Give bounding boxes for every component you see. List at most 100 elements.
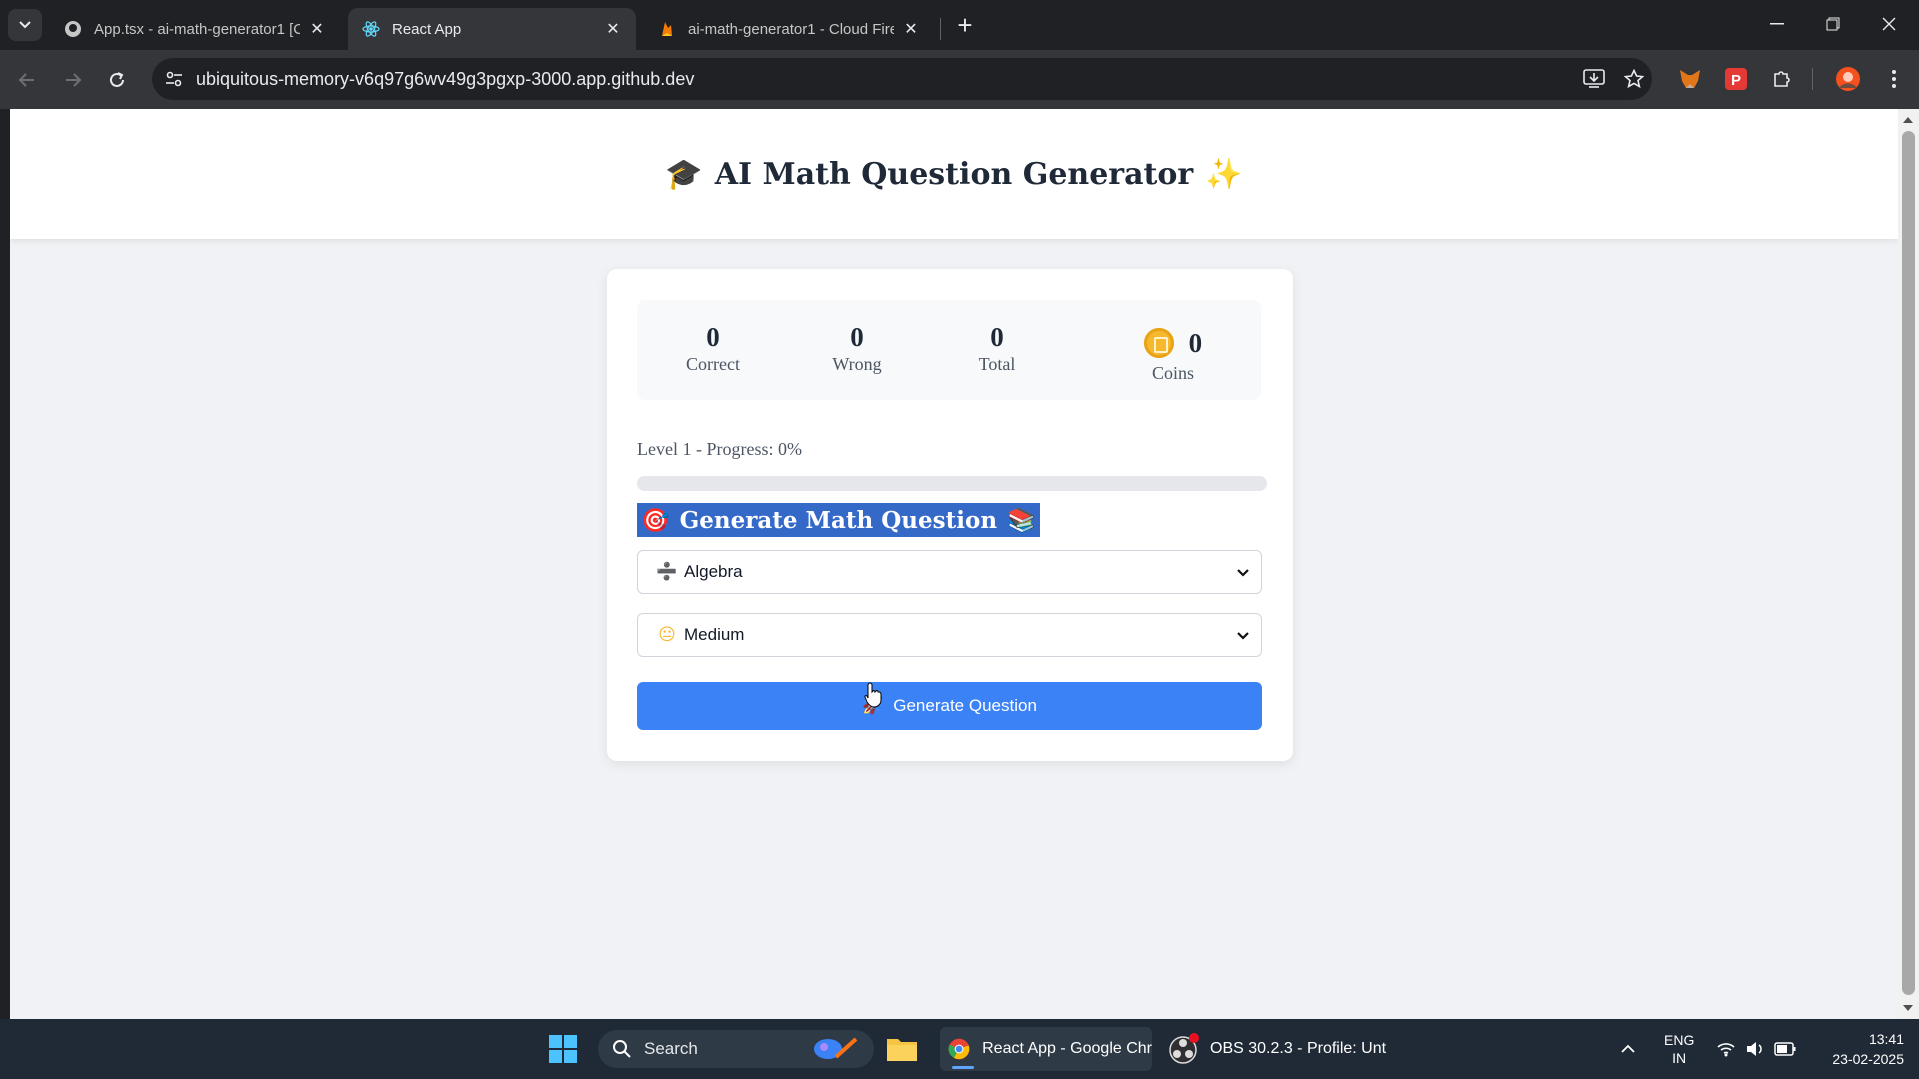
file-explorer-button[interactable] bbox=[886, 1027, 918, 1071]
forward-arrow-icon bbox=[66, 73, 82, 87]
tab-firebase[interactable]: ai-math-generator1 - Cloud Fire ✕ bbox=[644, 8, 934, 50]
browser-toolbar: ubiquitous-memory-v6q97g6wv49g3pgxp-3000… bbox=[0, 50, 1919, 109]
generate-question-label: Generate Question bbox=[893, 696, 1037, 715]
battery-icon bbox=[1774, 1042, 1796, 1056]
folder-icon bbox=[887, 1039, 917, 1061]
back-arrow-icon bbox=[18, 73, 34, 87]
react-icon bbox=[362, 20, 380, 38]
tab-title: React App bbox=[392, 20, 462, 38]
close-icon[interactable]: ✕ bbox=[604, 20, 622, 38]
stat-total-label: Total bbox=[978, 354, 1016, 374]
close-icon[interactable]: ✕ bbox=[308, 20, 326, 38]
page-title: 🎓 AI Math Question Generator ✨ bbox=[665, 157, 1242, 192]
minimize-icon bbox=[1770, 23, 1784, 25]
svg-text:P: P bbox=[1731, 72, 1741, 89]
url-text: ubiquitous-memory-v6q97g6wv49g3pgxp-3000… bbox=[196, 69, 695, 89]
stat-total: 0 Total bbox=[967, 322, 1027, 376]
page-viewport: 🎓 AI Math Question Generator ✨ 0 Correct… bbox=[10, 109, 1898, 1019]
bookmark-star-icon[interactable] bbox=[1622, 67, 1646, 91]
tab-title: App.tsx - ai-math-generator1 [C bbox=[94, 20, 300, 38]
topic-select-value: Algebra bbox=[684, 562, 743, 581]
neutral-face-icon: 😐 bbox=[658, 625, 676, 645]
install-app-icon[interactable] bbox=[1582, 67, 1606, 91]
site-info-icon[interactable] bbox=[160, 65, 188, 93]
scroll-down-arrow-icon[interactable] bbox=[1903, 1005, 1913, 1011]
extensions-puzzle-icon[interactable] bbox=[1768, 65, 1796, 93]
stat-coins: 0 Coins bbox=[1133, 322, 1213, 385]
stats-panel: 0 Correct 0 Wrong 0 Total 0 Coins bbox=[637, 300, 1261, 400]
browser-tab-strip: App.tsx - ai-math-generator1 [C ✕ React … bbox=[0, 0, 1919, 50]
obs-taskbar-button[interactable]: OBS 30.2.3 - Profile: Unt bbox=[1168, 1027, 1386, 1071]
scroll-up-arrow-icon[interactable] bbox=[1903, 117, 1913, 123]
forward-button[interactable] bbox=[56, 63, 90, 97]
reload-button[interactable] bbox=[100, 63, 134, 97]
language-indicator[interactable]: ENG IN bbox=[1664, 1019, 1694, 1079]
difficulty-select[interactable]: 😐 Medium bbox=[637, 613, 1262, 657]
extension-p-icon[interactable]: P bbox=[1722, 65, 1750, 93]
chrome-icon bbox=[948, 1038, 970, 1060]
stat-coins-row: 0 bbox=[1133, 322, 1213, 361]
chevron-up-icon bbox=[1621, 1044, 1635, 1053]
target-icon: 🎯 bbox=[641, 507, 670, 534]
start-button[interactable] bbox=[548, 1027, 578, 1071]
clock-time: 13:41 bbox=[1868, 1031, 1904, 1047]
system-tray-status[interactable] bbox=[1716, 1019, 1796, 1079]
metamask-extension-icon[interactable] bbox=[1676, 65, 1704, 93]
chrome-taskbar-label: React App - Google Chr bbox=[982, 1040, 1152, 1057]
region-code: IN bbox=[1672, 1050, 1687, 1066]
taskbar-search[interactable]: Search bbox=[598, 1030, 874, 1068]
clock[interactable]: 13:41 23-02-2025 bbox=[1814, 1019, 1904, 1079]
stat-correct-label: Correct bbox=[686, 354, 740, 374]
stat-wrong-label: Wrong bbox=[832, 354, 882, 374]
browser-menu-icon[interactable] bbox=[1880, 65, 1908, 93]
obs-taskbar-label: OBS 30.2.3 - Profile: Unt bbox=[1210, 1040, 1387, 1057]
graduation-cap-icon: 🎓 bbox=[665, 156, 703, 192]
windows-logo-icon bbox=[549, 1035, 577, 1063]
progress-label: Level 1 - Progress: 0% bbox=[637, 439, 802, 459]
restore-button[interactable] bbox=[1810, 6, 1856, 42]
restore-icon bbox=[1826, 17, 1840, 31]
show-hidden-icons-button[interactable] bbox=[1620, 1019, 1636, 1079]
search-icon bbox=[613, 1040, 631, 1058]
taskbar-search-label: Search bbox=[644, 1039, 698, 1058]
obs-icon bbox=[1169, 1033, 1199, 1064]
divide-icon: ➗ bbox=[656, 562, 678, 582]
close-window-button[interactable] bbox=[1866, 6, 1912, 42]
generate-question-button[interactable]: 🚀 Generate Question bbox=[637, 682, 1262, 730]
close-icon bbox=[1882, 17, 1896, 31]
clock-date: 23-02-2025 bbox=[1832, 1051, 1904, 1067]
profile-avatar-icon[interactable] bbox=[1834, 65, 1862, 93]
scrollbar-thumb[interactable] bbox=[1902, 131, 1915, 995]
tab-app-tsx[interactable]: App.tsx - ai-math-generator1 [C ✕ bbox=[50, 8, 340, 50]
search-highlight-icon bbox=[814, 1037, 858, 1059]
generator-card: 0 Correct 0 Wrong 0 Total 0 Coins Level … bbox=[607, 269, 1293, 761]
app-header: 🎓 AI Math Question Generator ✨ bbox=[10, 109, 1898, 239]
mouse-pointer-icon bbox=[864, 682, 882, 708]
stat-coins-label: Coins bbox=[1151, 362, 1194, 383]
section-heading-text: Generate Math Question bbox=[679, 506, 998, 534]
address-bar[interactable]: ubiquitous-memory-v6q97g6wv49g3pgxp-3000… bbox=[152, 58, 1652, 100]
toolbar-separator bbox=[1812, 68, 1813, 90]
stat-correct-value: 0 bbox=[706, 322, 720, 352]
chevron-down-icon bbox=[1237, 569, 1249, 577]
new-tab-button[interactable]: + bbox=[950, 10, 980, 40]
wifi-icon bbox=[1717, 1043, 1735, 1057]
tab-react-app[interactable]: React App ✕ bbox=[348, 8, 636, 50]
chevron-down-icon bbox=[1237, 632, 1249, 640]
stat-wrong: 0 Wrong bbox=[827, 322, 887, 376]
stat-wrong-value: 0 bbox=[850, 322, 864, 352]
back-button[interactable] bbox=[10, 63, 44, 97]
minimize-button[interactable] bbox=[1754, 6, 1800, 42]
language-code: ENG bbox=[1664, 1032, 1695, 1048]
difficulty-select-value: Medium bbox=[684, 625, 745, 644]
sparkles-icon: ✨ bbox=[1205, 156, 1243, 192]
tab-title: ai-math-generator1 - Cloud Fire bbox=[688, 20, 894, 38]
section-heading: 🎯 Generate Math Question 📚 bbox=[637, 503, 1040, 537]
chrome-taskbar-button[interactable]: React App - Google Chr bbox=[940, 1027, 1152, 1071]
tab-search-button[interactable] bbox=[8, 9, 42, 41]
vertical-scrollbar[interactable] bbox=[1898, 109, 1919, 1019]
topic-select[interactable]: ➗ Algebra bbox=[637, 550, 1262, 594]
close-icon[interactable]: ✕ bbox=[902, 20, 920, 38]
stat-total-value: 0 bbox=[990, 322, 1004, 352]
windows-taskbar: Search React App - Google Chr OBS 30.2.3… bbox=[0, 1019, 1919, 1079]
